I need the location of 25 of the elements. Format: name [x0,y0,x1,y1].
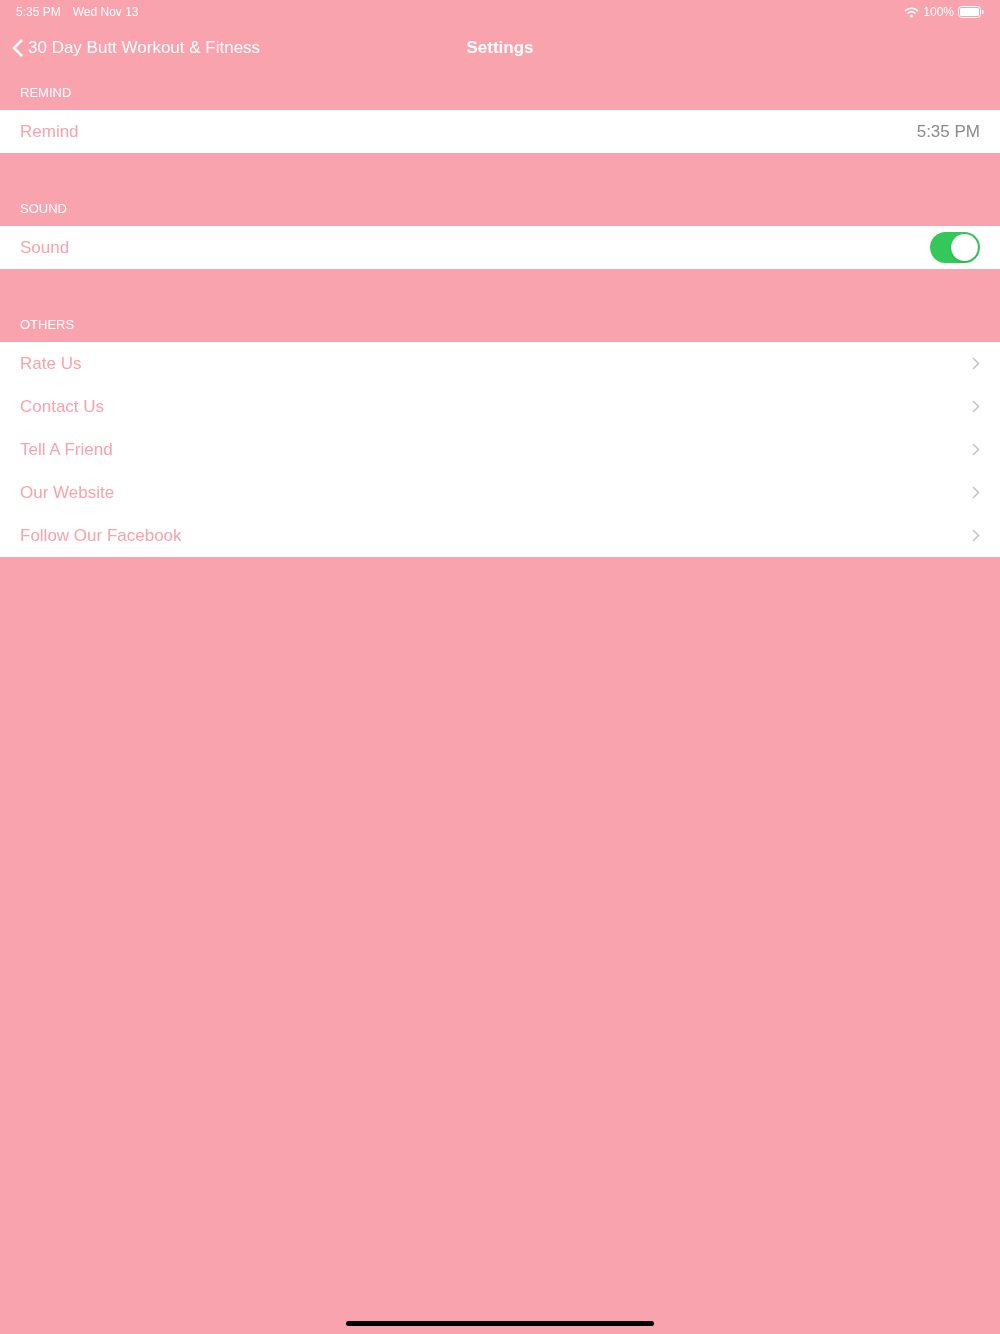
row-label: Contact Us [20,395,105,418]
chevron-icon [972,443,980,456]
nav-title: Settings [466,37,534,60]
row-label: Remind [20,120,79,143]
chevron-icon [972,357,980,370]
section-header: OTHERS [20,317,75,332]
row-label: Tell A Friend [20,438,113,461]
status-date: Wed Nov 13 [72,4,139,21]
chevron-icon [972,486,980,499]
row-value: 5:35 PM [916,120,980,143]
row-label: Sound [20,236,70,259]
row-label: Follow Our Facebook [20,524,182,547]
status-time: 5:35 PM [16,4,61,21]
section-header: REMIND [20,85,72,100]
battery-icon [958,6,984,18]
row-label: Rate Us [20,352,82,375]
chevron-icon [972,400,980,413]
row-label: Our Website [20,481,115,504]
back-button[interactable]: 30 Day Butt Workout & Fitness [0,35,261,61]
toggle-switch[interactable] [930,232,980,263]
battery-percent: 100% [923,4,954,21]
section-header: SOUND [20,201,67,216]
back-chevron-icon [12,38,24,58]
chevron-icon [972,529,980,542]
wifi-icon [904,6,920,18]
